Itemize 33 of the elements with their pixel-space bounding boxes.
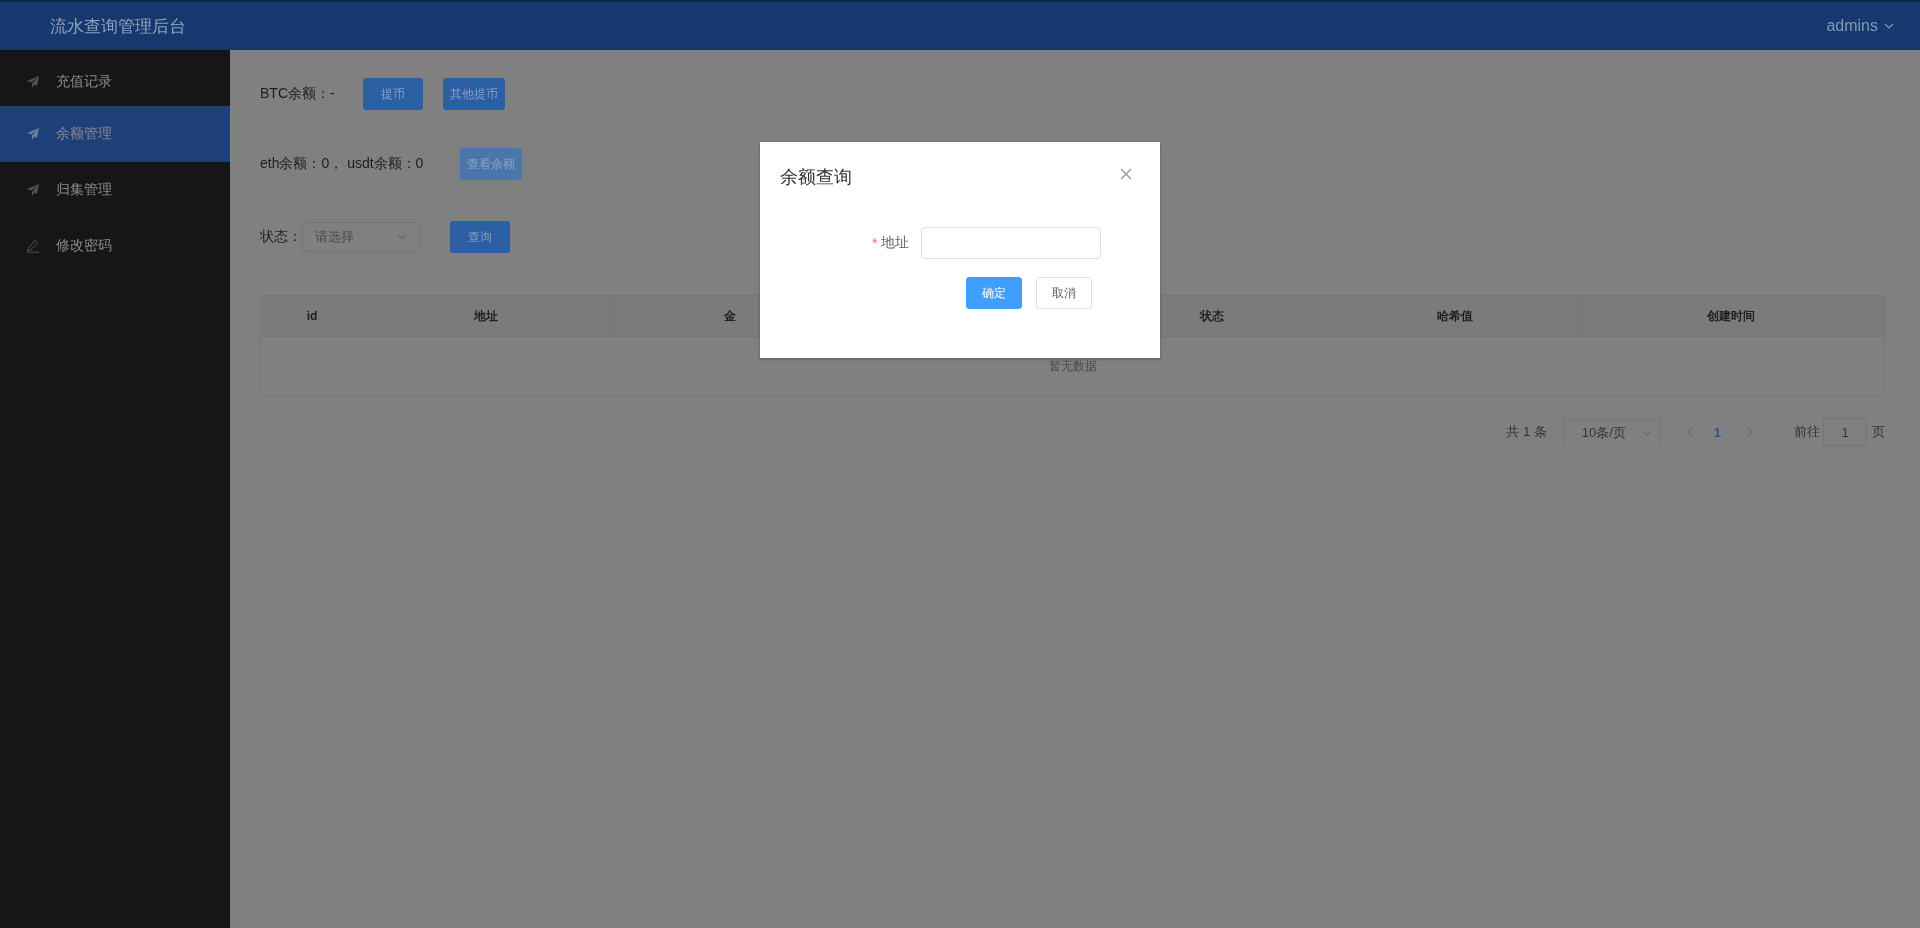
close-icon[interactable]: [1120, 168, 1132, 180]
pencil-icon: [26, 239, 40, 253]
confirm-button[interactable]: 确定: [966, 277, 1022, 309]
page-size-select[interactable]: 10条/页: [1562, 419, 1661, 445]
goto-label: 前往: [1794, 423, 1820, 441]
sidebar-item[interactable]: 修改密码: [0, 218, 230, 274]
sidebar-item[interactable]: 余额管理: [0, 106, 230, 162]
withdraw-button[interactable]: 提币: [363, 78, 423, 110]
page-suffix: 页: [1872, 423, 1885, 441]
app-title: 流水查询管理后台: [50, 15, 186, 38]
paper-plane-icon: [26, 183, 40, 197]
goto-page-field[interactable]: 1: [1823, 418, 1867, 446]
column-header: 哈希值: [1334, 296, 1577, 336]
cancel-button[interactable]: 取消: [1036, 277, 1092, 309]
column-header: 创建时间: [1705, 307, 1756, 325]
sidebar-item[interactable]: 归集管理: [0, 162, 230, 218]
required-mark: *: [872, 235, 878, 251]
other-withdraw-button[interactable]: 其他提币: [443, 78, 505, 110]
paper-plane-icon: [26, 127, 40, 141]
column-header: 地址: [364, 296, 609, 336]
page-number[interactable]: 1: [1713, 424, 1721, 440]
query-button[interactable]: 查询: [450, 221, 510, 253]
chevron-down-icon: [1884, 23, 1894, 29]
total-count: 共 1 条: [1506, 423, 1547, 441]
column-header: id: [261, 296, 364, 336]
filter-label: 状态：: [260, 228, 302, 246]
user-menu[interactable]: admins: [1826, 17, 1894, 35]
balance-text: eth余额：0， usdt余额：0: [260, 155, 425, 173]
dialog-title: 余额查询: [780, 166, 852, 189]
balance-text: BTC余额：-: [260, 85, 336, 103]
address-field[interactable]: [921, 227, 1102, 259]
paper-plane-icon: [26, 75, 40, 89]
field-label: 地址: [881, 234, 910, 252]
